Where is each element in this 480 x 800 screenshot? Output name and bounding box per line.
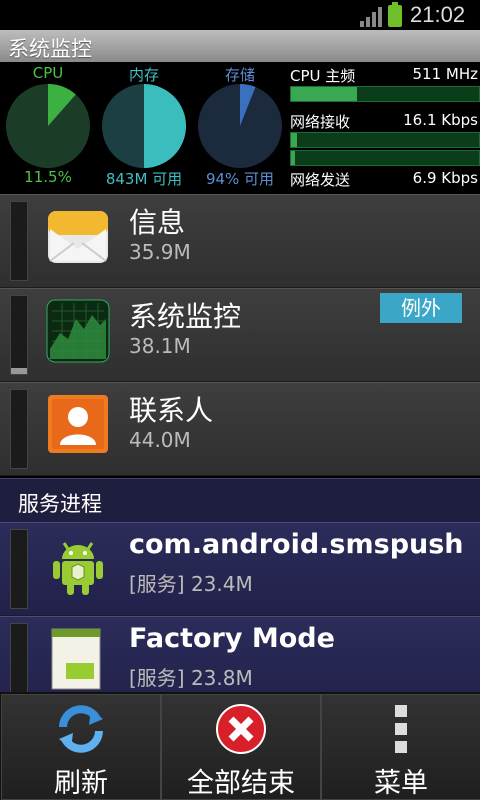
refresh-icon (59, 705, 103, 753)
status-bar: 21:02 (0, 0, 480, 30)
cpu-gauge-value: 11.5% (24, 168, 72, 186)
contacts-icon (48, 395, 108, 453)
cpu-freq-label: CPU 主频 (290, 67, 356, 85)
stats-panel: CPU 主频 511 MHz 网络接收 16.1 Kbps 网络发送 6.9 K… (288, 62, 480, 192)
process-item-system-monitor[interactable]: 系统监控 38.1M 例外 (0, 288, 480, 382)
storage-pie-chart (198, 84, 282, 168)
service-item-smspush[interactable]: com.android.smspush [服务] 23.4M (0, 522, 480, 616)
pie-slice (144, 84, 186, 168)
net-rx-value: 16.1 Kbps (403, 111, 478, 129)
storage-gauge-value: 94% 可用 (205, 170, 275, 188)
cpu-freq-value: 511 MHz (412, 65, 479, 83)
process-name: 系统监控 (129, 300, 242, 333)
battery-icon (388, 2, 402, 27)
process-name: 信息 (129, 206, 186, 239)
kill-all-button[interactable]: 全部结束 (161, 694, 321, 800)
menu-label: 菜单 (374, 768, 428, 799)
usage-meter (10, 389, 28, 469)
memory-gauge: 内存 843M 可用 (96, 62, 192, 192)
service-memory: [服务] 23.4M (129, 572, 253, 596)
process-item-contacts[interactable]: 联系人 44.0M (0, 382, 480, 476)
app-title: 系统监控 (8, 37, 92, 61)
dashboard: CPU 11.5% 内存 843M 可用 存储 94% 可用 CPU 主频 51… (0, 62, 480, 192)
storage-gauge: 存储 94% 可用 (192, 62, 288, 192)
exception-badge[interactable]: 例外 (380, 293, 462, 323)
services-section-title: 服务进程 (18, 492, 102, 516)
process-name: 联系人 (129, 394, 214, 427)
system-monitor-icon (46, 299, 110, 363)
cpu-gauge: CPU 11.5% (0, 62, 96, 192)
kill-all-label: 全部结束 (187, 768, 295, 799)
menu-button[interactable]: 菜单 (321, 694, 480, 800)
android-icon (53, 542, 103, 595)
net-rx-label: 网络接收 (290, 113, 351, 131)
net-tx-bar-fill (291, 151, 295, 165)
cpu-freq-bar (290, 86, 480, 102)
service-memory: [服务] 23.8M (129, 666, 253, 690)
usage-meter (10, 529, 28, 609)
memory-pie-chart (102, 84, 186, 168)
status-clock: 21:02 (410, 2, 466, 27)
net-tx-label: 网络发送 (290, 171, 351, 189)
service-name: com.android.smspush (129, 529, 464, 560)
message-icon (48, 211, 108, 263)
signal-icon (360, 7, 382, 27)
process-memory: 38.1M (129, 334, 191, 358)
net-rx-bar-fill (291, 133, 297, 147)
more-vert-icon (395, 705, 407, 753)
storage-gauge-label: 存储 (224, 66, 255, 84)
usage-meter (10, 295, 28, 375)
cpu-gauge-label: CPU (32, 64, 64, 82)
close-icon (216, 704, 266, 754)
memory-gauge-label: 内存 (128, 66, 159, 84)
service-name: Factory Mode (129, 623, 335, 654)
factory-mode-icon (51, 628, 101, 690)
usage-meter (10, 623, 28, 703)
title-bar: 系统监控 (0, 30, 480, 62)
bottom-toolbar: 刷新 全部结束 菜单 (0, 692, 480, 800)
memory-gauge-value: 843M 可用 (105, 170, 183, 188)
process-item-message[interactable]: 信息 35.9M (0, 194, 480, 288)
net-tx-bar (290, 150, 480, 166)
cpu-freq-bar-fill (291, 87, 357, 101)
cpu-pie-chart (6, 84, 90, 168)
refresh-label: 刷新 (54, 768, 108, 799)
net-tx-value: 6.9 Kbps (412, 169, 478, 187)
usage-meter (10, 201, 28, 281)
refresh-button[interactable]: 刷新 (1, 694, 161, 800)
net-rx-bar (290, 132, 480, 148)
services-section-header: 服务进程 (0, 478, 480, 523)
usage-meter-fill (11, 368, 27, 374)
process-memory: 35.9M (129, 240, 191, 264)
process-memory: 44.0M (129, 428, 191, 452)
